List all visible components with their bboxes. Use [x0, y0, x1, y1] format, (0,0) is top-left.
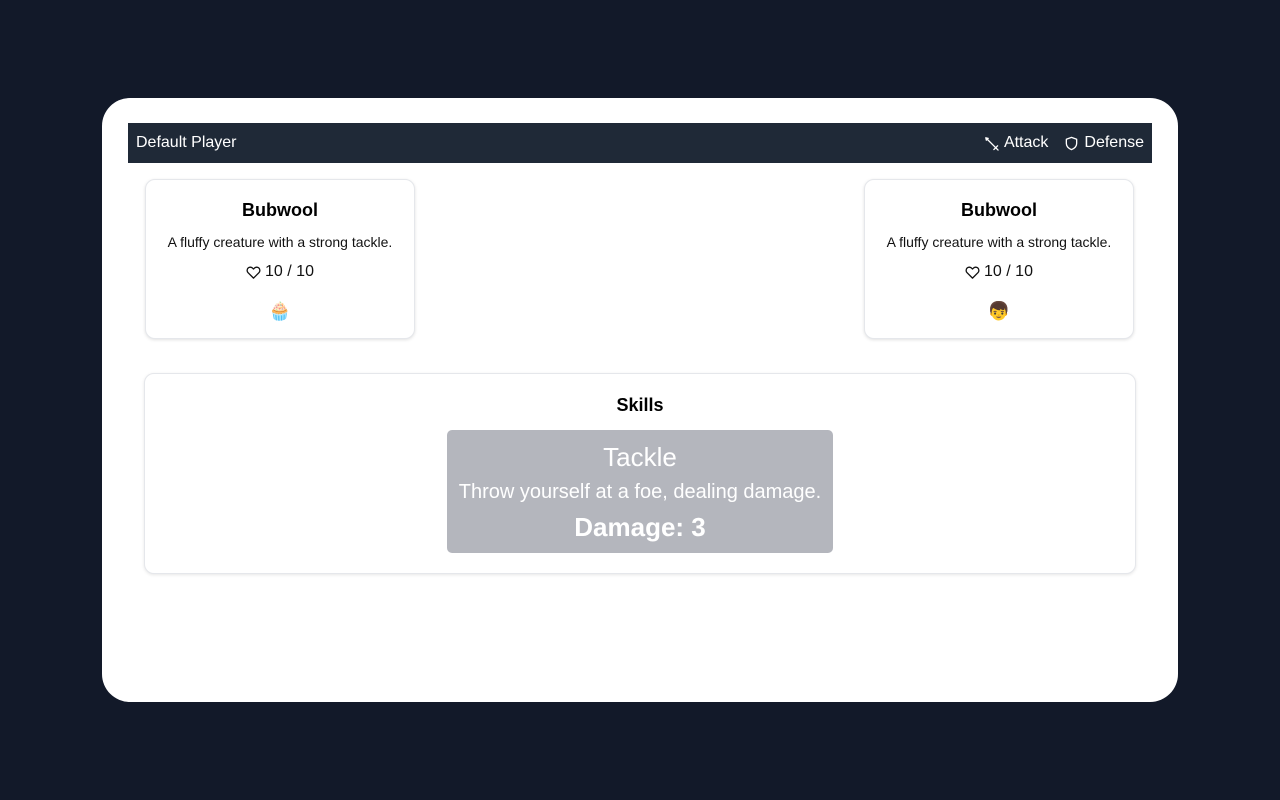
player-creature-card: Bubwool A fluffy creature with a strong … — [145, 179, 415, 339]
creature-description: A fluffy creature with a strong tackle. — [167, 234, 393, 250]
heart-icon — [246, 266, 261, 279]
skill-damage: Damage: 3 — [574, 512, 706, 542]
creature-name: Bubwool — [242, 200, 318, 220]
game-window: Default Player Attack Defense Bubwool A — [102, 98, 1178, 702]
creature-hp-value: 10 / 10 — [265, 263, 314, 280]
defense-button[interactable]: Defense — [1064, 134, 1144, 152]
action-bar: Attack Defense — [984, 134, 1144, 152]
heart-icon — [965, 266, 980, 279]
top-bar: Default Player Attack Defense — [128, 123, 1152, 163]
creature-sprite: 🧁 — [268, 301, 292, 321]
defense-label: Defense — [1084, 134, 1144, 151]
skill-description: Throw yourself at a foe, dealing damage. — [458, 481, 822, 503]
creature-sprite: 👦 — [987, 301, 1011, 321]
skill-card-tackle[interactable]: Tackle Throw yourself at a foe, dealing … — [447, 430, 833, 553]
skills-panel: Skills Tackle Throw yourself at a foe, d… — [144, 373, 1136, 574]
attack-button[interactable]: Attack — [984, 134, 1048, 152]
creature-description: A fluffy creature with a strong tackle. — [886, 234, 1112, 250]
opponent-creature-card: Bubwool A fluffy creature with a strong … — [864, 179, 1134, 339]
skills-title: Skills — [616, 395, 664, 415]
creature-hp: 10 / 10 — [865, 263, 1133, 281]
creature-name: Bubwool — [961, 200, 1037, 220]
creature-hp-value: 10 / 10 — [984, 263, 1033, 280]
creature-hp: 10 / 10 — [146, 263, 414, 281]
skill-name: Tackle — [603, 442, 677, 472]
shield-icon — [1066, 136, 1078, 150]
attack-label: Attack — [1003, 134, 1049, 151]
player-name: Default Player — [136, 134, 237, 151]
sword-icon — [985, 136, 999, 151]
